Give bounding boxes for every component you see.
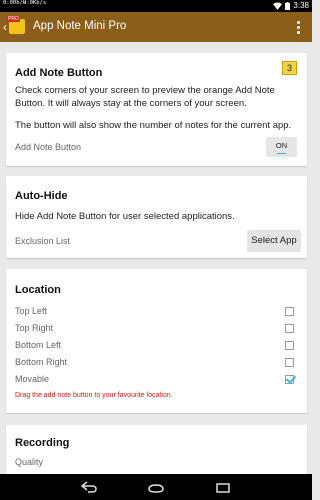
navigation-bar: [0, 474, 312, 500]
top-right-checkbox[interactable]: [285, 324, 294, 333]
battery-icon: [285, 2, 291, 10]
add-note-button-toggle[interactable]: ON: [266, 137, 297, 157]
note-count-badge: 3: [282, 61, 297, 75]
quality-label[interactable]: Quality: [15, 457, 43, 467]
movable-checkbox[interactable]: [285, 375, 294, 384]
location-option-movable[interactable]: Movable: [15, 374, 49, 384]
location-option-bottom-left[interactable]: Bottom Left: [15, 340, 61, 350]
location-title: Location: [15, 284, 61, 296]
status-bar: 0:00b/s U:0Kb/s 3:38: [0, 0, 312, 12]
recording-title: Recording: [15, 437, 70, 449]
bottom-left-checkbox[interactable]: [285, 341, 294, 350]
location-hint: Drag the add note button to your favouri…: [15, 392, 173, 399]
clock: 3:38: [293, 1, 309, 10]
exclusion-list-label: Exclusion List: [15, 236, 71, 246]
auto-hide-card: Auto-Hide Hide Add Note Button for user …: [6, 176, 307, 258]
add-note-button-description-2: The button will also show the number of …: [15, 120, 292, 131]
app-icon[interactable]: PRO: [7, 16, 25, 34]
app-title: App Note Mini Pro: [33, 20, 127, 32]
recording-card: Recording Quality: [6, 425, 307, 474]
top-left-checkbox[interactable]: [285, 307, 294, 316]
auto-hide-description: Hide Add Note Button for user selected a…: [15, 211, 235, 222]
back-nav-icon[interactable]: [80, 481, 98, 493]
add-note-button-description: Check corners of your screen to preview …: [15, 85, 275, 109]
toggle-state-text: ON: [275, 141, 288, 150]
home-nav-icon[interactable]: [147, 481, 165, 493]
recents-nav-icon[interactable]: [215, 481, 231, 493]
pro-badge: PRO: [7, 16, 20, 22]
add-note-button-card: Add Note Button 3 Check corners of your …: [6, 53, 307, 166]
location-option-top-left[interactable]: Top Left: [15, 306, 47, 316]
net-speed-down: U:0Kb/s: [23, 0, 47, 6]
location-card: Location Top Left Top Right Bottom Left …: [6, 269, 307, 413]
toggle-indicator: [277, 153, 286, 154]
add-note-button-toggle-label: Add Note Button: [15, 142, 82, 152]
action-bar: ‹ PRO App Note Mini Pro: [0, 12, 312, 42]
network-speed: 0:00b/s U:0Kb/s: [3, 0, 46, 6]
wifi-icon: [273, 2, 283, 10]
select-app-button[interactable]: Select App: [247, 230, 301, 252]
location-option-bottom-right[interactable]: Bottom Right: [15, 357, 67, 367]
bottom-right-checkbox[interactable]: [285, 358, 294, 367]
location-option-top-right[interactable]: Top Right: [15, 323, 53, 333]
back-icon[interactable]: ‹: [3, 20, 7, 34]
add-note-button-title: Add Note Button: [15, 67, 103, 79]
overflow-menu-icon[interactable]: [297, 21, 300, 34]
auto-hide-title: Auto-Hide: [15, 190, 68, 202]
